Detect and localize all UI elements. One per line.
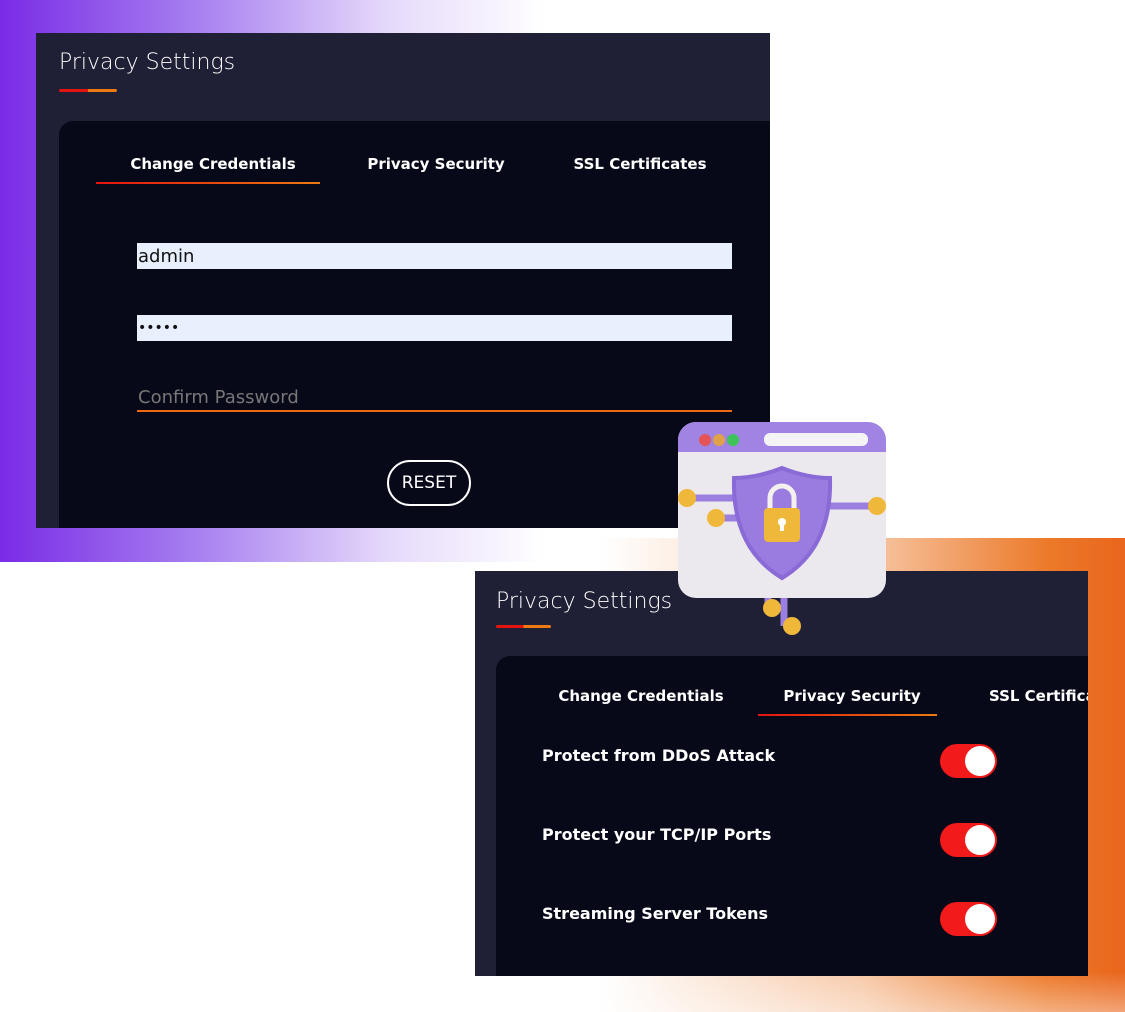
tab-ssl-certificates[interactable]: SSL Certificates	[573, 155, 706, 173]
browser-shield-lock-icon	[678, 422, 886, 635]
toggle-knob	[965, 825, 995, 855]
reset-button[interactable]: RESET	[387, 460, 471, 506]
tab-ssl-certificates[interactable]: SSL Certificate	[989, 687, 1088, 705]
tab-privacy-security[interactable]: Privacy Security	[367, 155, 504, 173]
active-tab-underline	[96, 182, 320, 184]
settings-card: Change Credentials Privacy Security SSL …	[496, 656, 1088, 976]
ddos-protection-toggle[interactable]	[940, 744, 997, 778]
page-title: Privacy Settings	[59, 50, 236, 75]
active-tab-underline	[758, 714, 937, 716]
ddos-protection-label: Protect from DDoS Attack	[542, 746, 776, 765]
confirm-password-input[interactable]	[137, 384, 732, 412]
tcp-ip-ports-label: Protect your TCP/IP Ports	[542, 825, 772, 844]
settings-card: Change Credentials Privacy Security SSL …	[59, 121, 770, 528]
toggle-knob	[965, 746, 995, 776]
title-accent-bar	[59, 89, 117, 92]
title-accent-bar	[496, 625, 551, 628]
privacy-settings-panel-credentials: Privacy Settings Change Credentials Priv…	[36, 33, 770, 528]
streaming-tokens-toggle[interactable]	[940, 902, 997, 936]
tab-change-credentials[interactable]: Change Credentials	[558, 687, 723, 705]
toggle-knob	[965, 904, 995, 934]
password-input[interactable]	[137, 315, 732, 341]
tcp-ip-ports-toggle[interactable]	[940, 823, 997, 857]
tab-privacy-security[interactable]: Privacy Security	[783, 687, 920, 705]
tab-change-credentials[interactable]: Change Credentials	[130, 155, 295, 173]
page-title: Privacy Settings	[496, 589, 673, 614]
streaming-tokens-label: Streaming Server Tokens	[542, 904, 769, 923]
username-input[interactable]	[137, 243, 732, 269]
